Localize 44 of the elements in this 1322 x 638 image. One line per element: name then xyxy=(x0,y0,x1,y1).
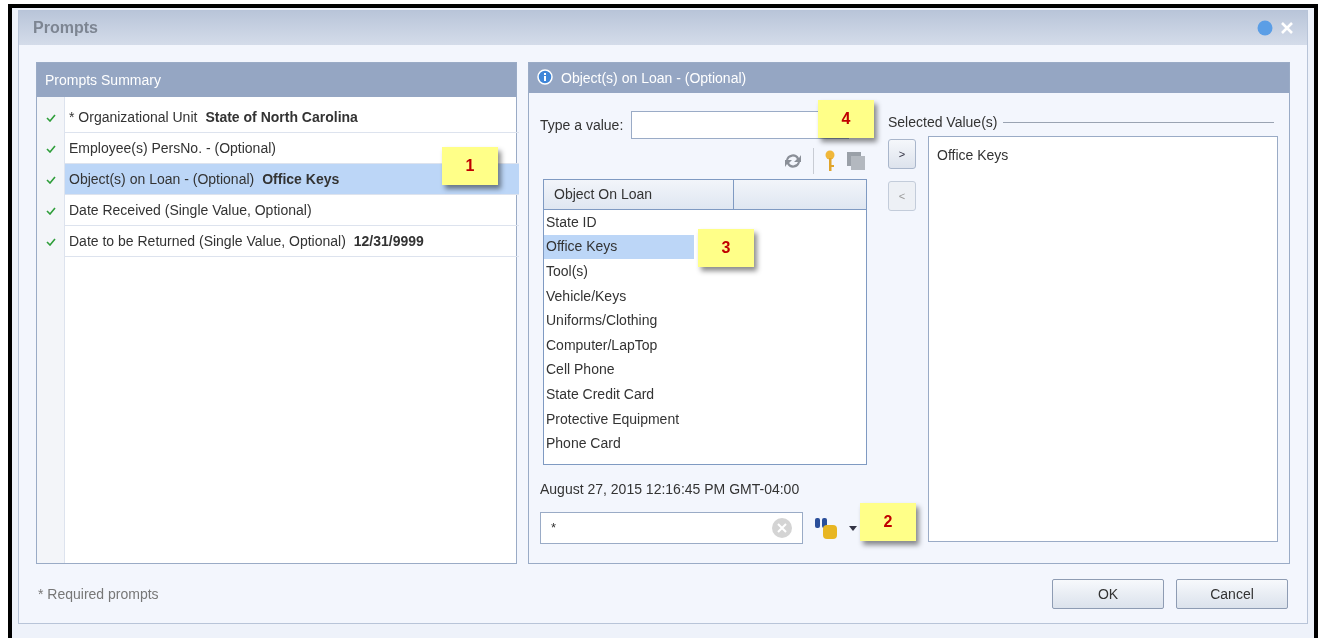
prompt-label: Date to be Returned (Single Value, Optional) xyxy=(69,231,346,251)
table-row[interactable]: Protective Equipment xyxy=(544,406,694,432)
prompt-value: State of North Carolina xyxy=(205,107,358,127)
prompt-label: * Organizational Unit xyxy=(69,107,198,127)
summary-item[interactable]: * Organizational Unit State of North Carolina xyxy=(65,102,519,133)
field-label: Type a value: xyxy=(540,115,624,135)
callout-tooltip: 4 xyxy=(818,100,874,138)
caret-icon[interactable] xyxy=(849,525,857,531)
close-icon[interactable] xyxy=(1281,22,1293,34)
panel-title: Prompts Summary xyxy=(45,70,161,90)
prompt-value: Office Keys xyxy=(262,169,340,189)
clear-icon[interactable] xyxy=(772,518,792,538)
required-note: * Required prompts xyxy=(38,584,160,604)
table-row[interactable]: Tool(s) xyxy=(544,259,694,284)
table-row[interactable]: State Credit Card xyxy=(544,382,694,407)
table-row[interactable]: Phone Card xyxy=(544,431,694,456)
summary-item[interactable]: Date to be Returned (Single Value, Optional) 12/31/9999 xyxy=(65,226,519,257)
prompt-label: Object(s) on Loan - (Optional) xyxy=(69,169,255,189)
timestamp: August 27, 2015 12:16:45 PM GMT-04:00 xyxy=(540,480,801,499)
section-title: Selected Value(s) xyxy=(888,112,998,132)
callout-tooltip: 2 xyxy=(860,503,916,541)
callout-tooltip: 1 xyxy=(442,147,498,185)
dialog-button[interactable]: Cancel xyxy=(1176,579,1288,609)
window-title: Prompts xyxy=(33,18,99,38)
table-row[interactable]: State ID xyxy=(544,210,694,235)
info-icon xyxy=(537,69,555,87)
search-value: * xyxy=(551,519,558,538)
dialog-button[interactable]: OK xyxy=(1052,579,1164,609)
table-row[interactable]: Cell Phone xyxy=(544,357,694,383)
table-row[interactable]: Uniforms/Clothing xyxy=(544,308,694,333)
summary-item[interactable]: Date Received (Single Value, Optional) xyxy=(65,195,519,226)
prompt-label: Employee(s) PersNo. - (Optional) xyxy=(69,138,276,158)
prompt-label: Date Received (Single Value, Optional) xyxy=(69,200,312,220)
search-field[interactable]: * xyxy=(540,512,803,544)
selected-value[interactable]: Office Keys xyxy=(937,145,1269,166)
key-icon[interactable] xyxy=(824,150,836,172)
add-button[interactable]: > xyxy=(888,139,916,169)
panel-title: Object(s) on Loan - (Optional) xyxy=(561,68,747,88)
table-row[interactable]: Office Keys xyxy=(544,234,694,260)
callout-tooltip: 3 xyxy=(698,229,754,267)
table-row[interactable]: Computer/LapTop xyxy=(544,332,694,358)
refresh-icon[interactable] xyxy=(783,152,803,170)
prompt-value: 12/31/9999 xyxy=(353,231,424,251)
table-row[interactable]: Vehicle/Keys xyxy=(544,283,694,309)
